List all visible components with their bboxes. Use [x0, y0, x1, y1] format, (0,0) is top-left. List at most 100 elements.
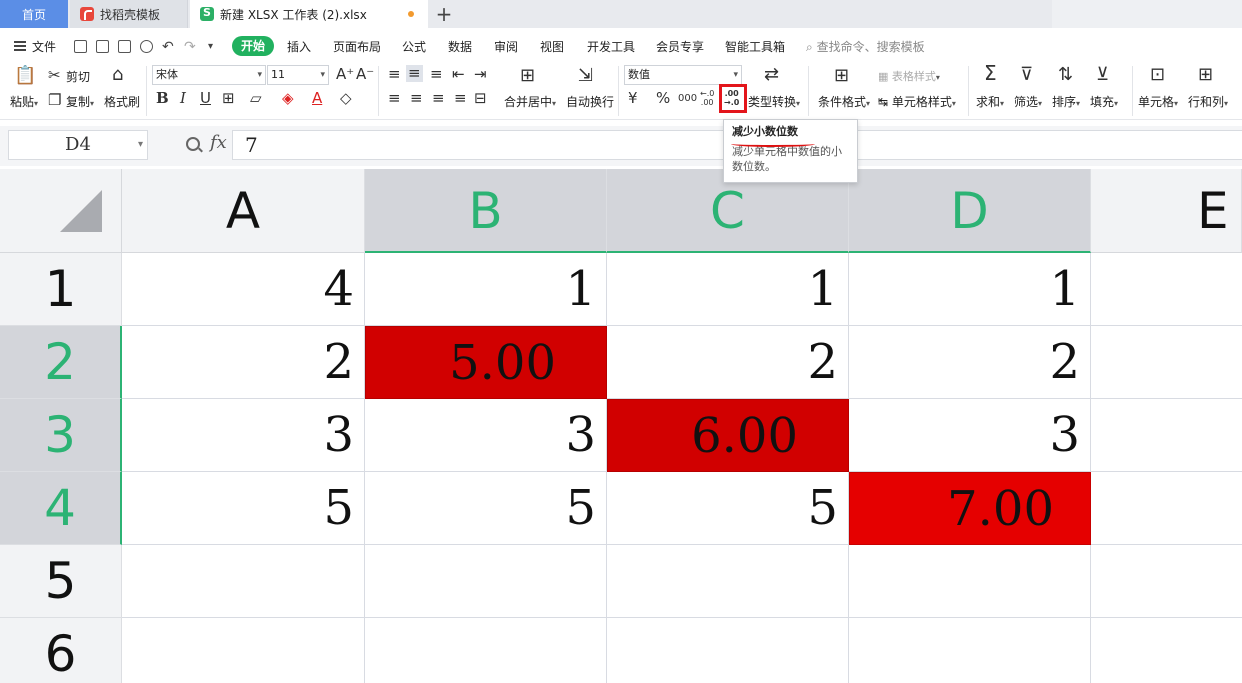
align-bottom-icon[interactable]: ≡ [430, 67, 443, 82]
cell-b6[interactable] [365, 618, 607, 683]
save-icon[interactable] [74, 40, 87, 53]
cell-a4[interactable]: 5 [122, 472, 365, 545]
menu-page-layout[interactable]: 页面布局 [333, 38, 381, 56]
sort-button[interactable]: 排序▾ [1052, 93, 1080, 110]
border-icon[interactable]: ⊞ [222, 91, 235, 106]
menu-insert[interactable]: 插入 [287, 38, 311, 56]
cell-d6[interactable] [849, 618, 1091, 683]
menu-view[interactable]: 视图 [540, 38, 564, 56]
undo-icon[interactable]: ↶ [162, 38, 174, 56]
row-header-5[interactable]: 5 [0, 545, 122, 618]
row-header-2[interactable]: 2 [0, 326, 122, 399]
conditional-format-button[interactable]: 条件格式▾ [818, 93, 870, 110]
zoom-search-icon[interactable] [186, 137, 200, 151]
menu-member[interactable]: 会员专享 [656, 38, 704, 56]
underline-button[interactable]: U [200, 91, 211, 106]
cut-button[interactable]: 剪切 [66, 68, 90, 85]
select-all-corner[interactable] [0, 169, 122, 253]
cell-e1[interactable] [1091, 253, 1242, 326]
currency-button[interactable]: ¥ [628, 91, 638, 106]
justify-icon[interactable]: ≡ [454, 91, 467, 106]
wrap-text-button[interactable]: 自动换行 [566, 93, 614, 110]
cell-d2[interactable]: 2 [849, 326, 1091, 399]
command-search[interactable]: ⌕ 查找命令、搜索模板 [806, 38, 925, 56]
tab-file[interactable]: 新建 XLSX 工作表 (2).xlsx [190, 0, 428, 28]
number-format-select[interactable]: 数值 [624, 65, 742, 85]
menu-review[interactable]: 审阅 [494, 38, 518, 56]
decrease-indent-icon[interactable]: ⇤ [452, 67, 465, 82]
row-header-4[interactable]: 4 [0, 472, 122, 545]
bold-button[interactable]: B [156, 91, 169, 106]
increase-decimal-button[interactable]: ←.0 .00 [700, 89, 714, 107]
sum-button[interactable]: 求和▾ [976, 93, 1004, 110]
merge-center-button[interactable]: 合并居中▾ [504, 93, 556, 110]
type-convert-button[interactable]: 类型转换▾ [748, 93, 800, 110]
cell-e5[interactable] [1091, 545, 1242, 618]
fx-icon[interactable]: fx [210, 132, 227, 153]
row-col-button[interactable]: 行和列▾ [1188, 93, 1228, 110]
cell-style-icon[interactable]: ▱ [250, 91, 262, 106]
cell-c1[interactable]: 1 [607, 253, 849, 326]
cell-a6[interactable] [122, 618, 365, 683]
align-middle-icon[interactable]: ≡ [406, 65, 423, 82]
new-tab-button[interactable]: + [434, 2, 454, 26]
cell-e6[interactable] [1091, 618, 1242, 683]
cell-c6[interactable] [607, 618, 849, 683]
table-style-button[interactable]: ▦ 表格样式▾ [878, 68, 940, 84]
cell-button[interactable]: 单元格▾ [1138, 93, 1178, 110]
redo-icon[interactable]: ↷ [184, 38, 196, 56]
cell-b1[interactable]: 1 [365, 253, 607, 326]
font-name-select[interactable]: 宋体 [152, 65, 266, 85]
column-header-e[interactable]: E [1091, 169, 1242, 253]
tab-home[interactable]: 首页 [0, 0, 68, 28]
font-color-icon[interactable]: A [312, 91, 322, 106]
paste-button[interactable]: 粘贴▾ [10, 93, 38, 110]
cell-d4-active[interactable]: 7.00 [849, 472, 1091, 545]
font-size-select[interactable]: 11 [267, 65, 329, 85]
cell-b5[interactable] [365, 545, 607, 618]
column-header-d[interactable]: D [849, 169, 1091, 253]
cell-a1[interactable]: 4 [122, 253, 365, 326]
menu-smart-tools[interactable]: 智能工具箱 [725, 38, 785, 56]
font-shrink-icon[interactable]: A⁻ [356, 67, 374, 82]
cell-c5[interactable] [607, 545, 849, 618]
thousands-separator-button[interactable]: 000 [678, 91, 697, 106]
cell-b2[interactable]: 5.00 [365, 326, 607, 399]
clear-format-icon[interactable]: ◇ [340, 91, 352, 106]
cell-e2[interactable] [1091, 326, 1242, 399]
cell-c2[interactable]: 2 [607, 326, 849, 399]
name-box[interactable]: D4 [8, 130, 148, 160]
cell-c4[interactable]: 5 [607, 472, 849, 545]
copy-button[interactable]: 复制▾ [66, 93, 94, 110]
cell-c3[interactable]: 6.00 [607, 399, 849, 472]
row-header-3[interactable]: 3 [0, 399, 122, 472]
menu-home-active[interactable]: 开始 [232, 36, 274, 56]
font-grow-icon[interactable]: A⁺ [336, 67, 354, 82]
format-painter-button[interactable]: 格式刷 [104, 93, 140, 110]
align-top-icon[interactable]: ≡ [388, 67, 401, 82]
cell-d3[interactable]: 3 [849, 399, 1091, 472]
cell-style-button[interactable]: ↹ 单元格样式▾ [878, 93, 956, 110]
cell-a5[interactable] [122, 545, 365, 618]
menu-developer[interactable]: 开发工具 [587, 38, 635, 56]
align-center-icon[interactable]: ≡ [410, 91, 423, 106]
filter-button[interactable]: 筛选▾ [1014, 93, 1042, 110]
tab-templates[interactable]: 找稻壳模板 [70, 0, 188, 28]
align-left-icon[interactable]: ≡ [388, 91, 401, 106]
cell-a2[interactable]: 2 [122, 326, 365, 399]
quick-access-more-icon[interactable]: ▾ [208, 38, 213, 56]
italic-button[interactable]: I [180, 91, 186, 106]
menu-data[interactable]: 数据 [448, 38, 472, 56]
cell-a3[interactable]: 3 [122, 399, 365, 472]
cell-b4[interactable]: 5 [365, 472, 607, 545]
distribute-icon[interactable]: ⊟ [474, 91, 487, 106]
print-preview-icon[interactable] [140, 40, 153, 53]
print-icon[interactable] [118, 40, 131, 53]
cell-e4[interactable] [1091, 472, 1242, 545]
column-header-b[interactable]: B [365, 169, 607, 253]
menu-formulas[interactable]: 公式 [402, 38, 426, 56]
fill-color-icon[interactable]: ◈ [282, 91, 294, 106]
export-pdf-icon[interactable] [96, 40, 109, 53]
increase-indent-icon[interactable]: ⇥ [474, 67, 487, 82]
cell-e3[interactable] [1091, 399, 1242, 472]
